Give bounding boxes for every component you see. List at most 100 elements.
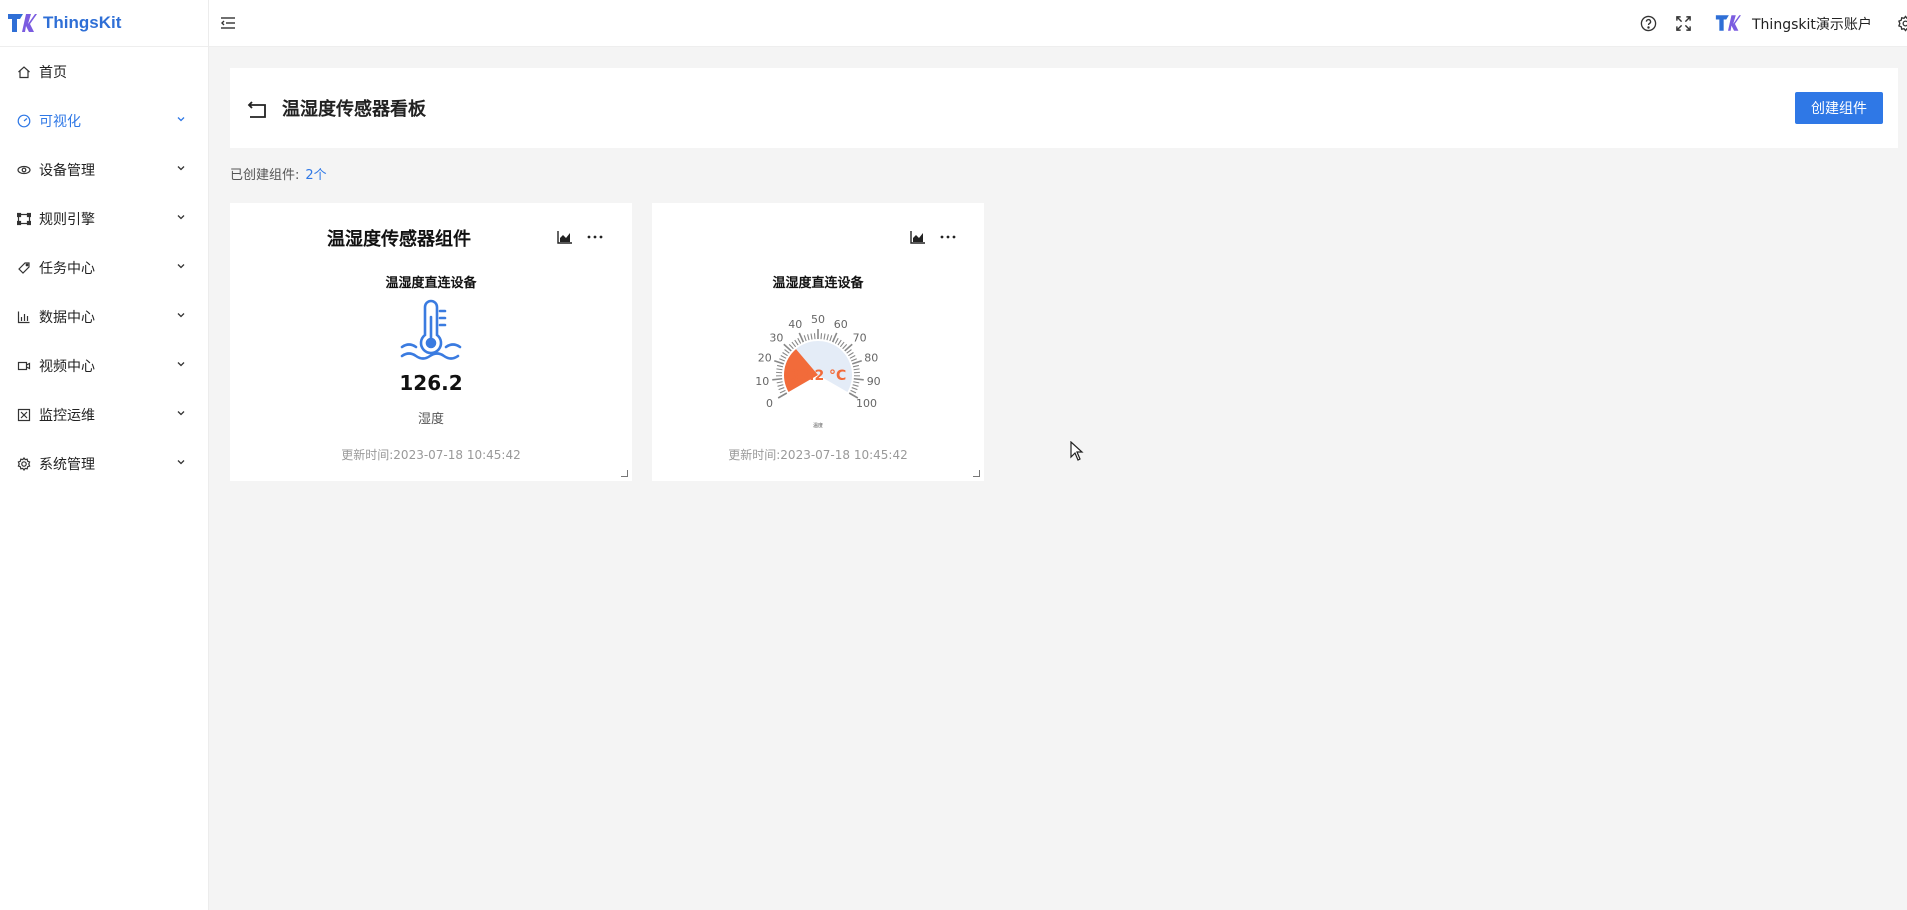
- chevron-down-icon: [177, 215, 185, 220]
- widget-actions: [910, 230, 956, 244]
- gauge-major-tick: [798, 332, 805, 343]
- sidebar-item-5[interactable]: 数据中心: [0, 292, 208, 341]
- gauge-minor-tick: [776, 368, 783, 371]
- gauge-minor-tick: [788, 344, 794, 350]
- sidebar-item-7[interactable]: 监控运维: [0, 390, 208, 439]
- gauge-minor-tick: [779, 358, 786, 362]
- gauge-tick-label: 80: [864, 352, 878, 365]
- gauge-minor-tick: [852, 384, 859, 387]
- gauge-minor-tick: [848, 352, 854, 357]
- gauge-minor-tick: [829, 335, 833, 342]
- gauge-tick-label: 60: [834, 318, 848, 331]
- more-icon[interactable]: [587, 235, 603, 239]
- gauge-minor-tick: [791, 341, 797, 348]
- gauge-major-tick: [777, 392, 788, 399]
- widget-card-humidity[interactable]: 温湿度传感器组件 温湿度直连设备 126.2 湿度 更新时间:2023-07-1…: [230, 203, 632, 481]
- monitor-icon: [16, 407, 32, 423]
- gauge-tick-label: 90: [867, 375, 881, 388]
- gauge-minor-tick: [852, 364, 860, 368]
- gauge-major-tick: [851, 360, 862, 365]
- sidebar-item-4[interactable]: 任务中心: [0, 243, 208, 292]
- gauge-tick-label: 50: [811, 313, 825, 326]
- create-widget-button[interactable]: 创建组件: [1795, 92, 1883, 124]
- sidebar-item-label: 监控运维: [39, 407, 95, 424]
- sidebar-item-label: 可视化: [39, 113, 81, 130]
- fullscreen-icon[interactable]: [1675, 15, 1692, 32]
- gauge-minor-tick: [839, 341, 845, 348]
- gauge-minor-tick: [850, 389, 857, 394]
- gauge-minor-tick: [776, 364, 784, 368]
- created-label: 已创建组件:: [230, 168, 300, 183]
- gauge-minor-tick: [834, 337, 839, 344]
- gauge-minor-tick: [846, 349, 852, 354]
- widget-card-temperature[interactable]: 温湿度直连设备 0 10 20 30 40 50 60 70 80 90 100 33.2 °C 温…: [652, 203, 984, 481]
- gauge-minor-tick: [779, 389, 786, 394]
- sidebar-item-8[interactable]: 系统管理: [0, 439, 208, 488]
- tag-icon: [16, 260, 32, 276]
- chevron-down-icon: [177, 460, 185, 465]
- sidebar: ThingsKit 首页可视化设备管理规则引擎 任务中心数据中心视频中心监控运维系…: [0, 0, 209, 910]
- sidebar-item-1[interactable]: 可视化: [0, 96, 208, 145]
- gauge-minor-tick: [776, 381, 783, 384]
- user-avatar-logo-icon[interactable]: [1715, 13, 1741, 33]
- sidebar-item-label: 设备管理: [39, 162, 95, 179]
- chevron-down-icon: [177, 166, 185, 171]
- gauge-tick-label: 70: [853, 332, 867, 345]
- gauge-minor-tick: [820, 333, 823, 340]
- sidebar-item-0[interactable]: 首页: [0, 47, 208, 96]
- gauge-tick-label: 0: [766, 397, 773, 410]
- dashboard-icon: [16, 113, 32, 129]
- sidebar-item-2[interactable]: 设备管理: [0, 145, 208, 194]
- gauge-minor-tick: [810, 333, 813, 340]
- gauge-label: 温度: [813, 422, 823, 429]
- humidity-value: 126.2: [399, 371, 463, 395]
- gauge-minor-tick: [853, 368, 860, 371]
- resize-handle[interactable]: [621, 470, 628, 477]
- chevron-down-icon: [177, 264, 185, 269]
- gauge-minor-tick: [778, 387, 785, 391]
- gauge-minor-tick: [803, 335, 807, 342]
- page-header: 温湿度传感器看板 创建组件: [230, 68, 1898, 148]
- chevron-down-icon: [177, 313, 185, 318]
- sidebar-item-3[interactable]: 规则引擎: [0, 194, 208, 243]
- top-header: Thingskit演示账户: [209, 0, 1907, 47]
- gauge-minor-tick: [837, 339, 842, 346]
- bar-chart-icon: [16, 309, 32, 325]
- thingskit-logo-icon: [8, 14, 37, 32]
- update-time: 更新时间:2023-07-18 10:45:42: [341, 448, 521, 462]
- gauge-minor-tick: [784, 349, 790, 354]
- gauge-minor-tick: [780, 355, 787, 359]
- gauge-minor-tick: [826, 334, 829, 341]
- widget-title: 温湿度传感器组件: [327, 229, 471, 250]
- gear-icon[interactable]: [1897, 15, 1907, 32]
- menu-fold-icon[interactable]: [220, 15, 236, 31]
- gauge-minor-tick: [849, 355, 856, 359]
- mouse-cursor-icon: [1070, 441, 1084, 461]
- gauge-minor-tick: [782, 352, 788, 357]
- gauge-tick-label: 100: [856, 397, 877, 410]
- gauge-minor-tick: [777, 384, 784, 387]
- device-name: 温湿度直连设备: [772, 276, 864, 291]
- back-icon[interactable]: [247, 99, 269, 119]
- gauge-tick-label: 10: [755, 375, 769, 388]
- chevron-down-icon: [177, 411, 185, 416]
- widget-count-row: 已创建组件: 2个: [230, 164, 327, 183]
- more-icon[interactable]: [940, 235, 956, 239]
- sidebar-item-label: 数据中心: [39, 309, 95, 326]
- area-chart-icon[interactable]: [910, 230, 926, 244]
- gauge-minor-tick: [807, 334, 810, 341]
- gauge-tick-label: 40: [788, 318, 802, 331]
- help-icon[interactable]: [1640, 15, 1657, 32]
- gauge-minor-tick: [797, 337, 802, 344]
- area-chart-icon[interactable]: [557, 230, 573, 244]
- rule-icon: [16, 211, 32, 227]
- gauge-major-tick: [772, 377, 783, 381]
- gauge-minor-tick: [794, 339, 799, 346]
- gauge-major-tick: [853, 377, 864, 381]
- sidebar-item-6[interactable]: 视频中心: [0, 341, 208, 390]
- gauge-minor-tick: [842, 344, 848, 350]
- chevron-down-icon: [177, 117, 185, 122]
- resize-handle[interactable]: [973, 470, 980, 477]
- user-name[interactable]: Thingskit演示账户: [1752, 14, 1872, 34]
- brand-logo[interactable]: ThingsKit: [0, 0, 208, 47]
